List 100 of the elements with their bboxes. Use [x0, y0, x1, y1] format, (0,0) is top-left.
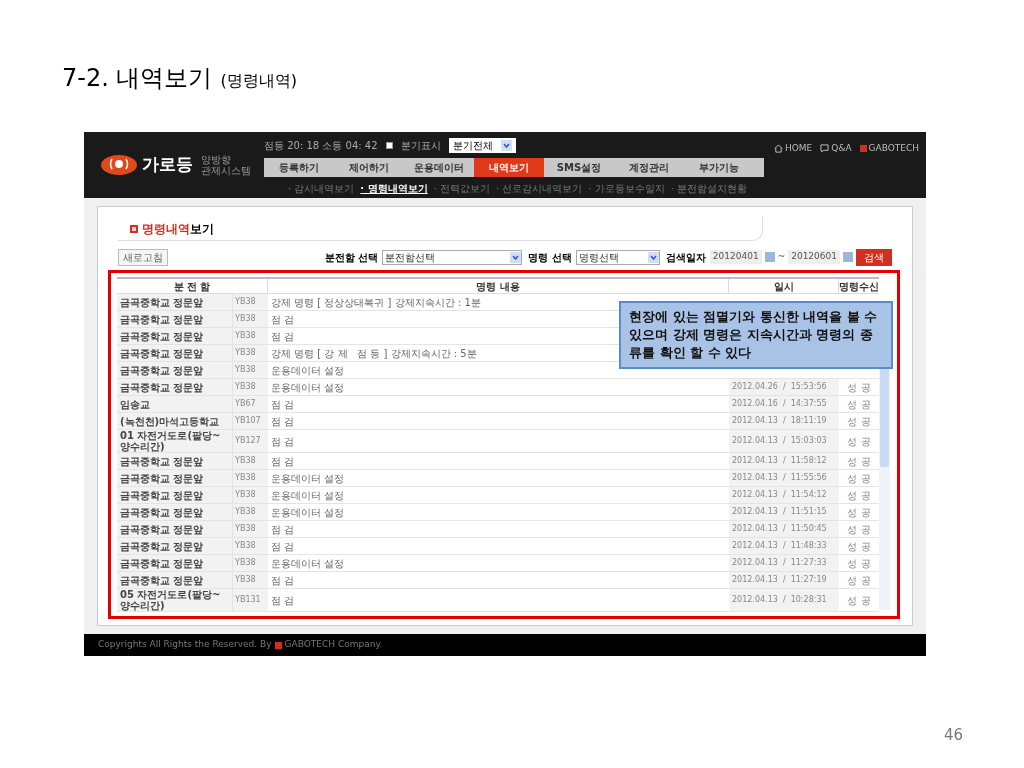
copyright-text: Company.: [338, 638, 383, 652]
table-cell: 2012.04.13 / 11:51:15: [729, 504, 839, 520]
table-cell: 금곡중학교 정문앞: [120, 472, 204, 484]
table-cell: YB38: [235, 489, 256, 501]
table-cell-text: 성 공: [847, 488, 871, 503]
table-cell-text: 점 검: [271, 414, 295, 429]
table-cell: 2012.04.13 / 18:11:19: [729, 413, 839, 429]
table-cell: 금곡중학교 정문앞: [120, 557, 204, 569]
brand-square-icon: [859, 145, 867, 152]
table-cell: YB38: [235, 574, 256, 586]
table-cell: 임송교: [120, 398, 150, 410]
submenu-link[interactable]: · 가로등보수일지: [588, 181, 665, 196]
dropdown-arrow-icon: [647, 251, 659, 263]
table-cell: 금곡중학교 정문앞: [120, 523, 204, 535]
top-link[interactable]: Q&A: [820, 141, 852, 156]
dropdown-arrow-icon: [510, 251, 522, 263]
menu-tab[interactable]: SMS설정: [544, 158, 614, 177]
submenu-link[interactable]: · 명령내역보기: [360, 181, 428, 196]
submenu-link[interactable]: · 전력값보기: [433, 181, 490, 196]
callout-tooltip: 현장에 있는 점멸기와 통신한 내역을 볼 수 있으며 강제 명령은 지속시간과 명령의 종류를 확인 할 수 있다: [619, 301, 893, 369]
page-number: 46: [944, 725, 964, 746]
menu-tab[interactable]: 계정관리: [614, 158, 684, 177]
table-cell-text: 운용데이터 설정: [271, 556, 345, 571]
table-cell: 금곡중학교 정문앞: [120, 330, 204, 342]
calendar-icon[interactable]: [764, 252, 775, 262]
date-from-field[interactable]: 20120401: [709, 250, 762, 264]
branch-checkbox[interactable]: [385, 142, 393, 149]
menu-tab[interactable]: 운용데이터: [404, 158, 474, 177]
search-button[interactable]: 검색: [856, 248, 892, 266]
logo-subtext: 양방향: [201, 154, 232, 165]
table-cell-text: 성 공: [847, 471, 871, 486]
table-cell-text: 운용데이터 설정: [271, 488, 345, 503]
top-link[interactable]: GABOTECH: [859, 141, 920, 156]
table-cell: YB38: [235, 506, 256, 518]
table-cell: 2012.04.13 / 11:27:19: [729, 572, 839, 588]
table-cell-text: 점 검: [271, 573, 295, 588]
table-cell-text: 성 공: [847, 434, 871, 449]
branch-select[interactable]: 분기전체: [448, 138, 516, 153]
table-cell: YB38: [235, 296, 256, 308]
date-label: 검색일자: [665, 250, 706, 265]
speech-bubble-icon: [820, 144, 830, 153]
date-separator: ~: [777, 250, 786, 264]
table-cell: 금곡중학교 정문앞: [120, 347, 204, 359]
menu-tab[interactable]: 등록하기: [264, 158, 334, 177]
table-cell: 2012.04.13 / 11:48:33: [729, 538, 839, 554]
table-cell: 금곡중학교 정문앞: [120, 381, 204, 393]
table-cell: 2012.04.13 / 11:54:12: [729, 487, 839, 503]
submenu-link[interactable]: · 분전함설치현황: [670, 181, 748, 196]
table-cell-text: 성 공: [847, 593, 871, 608]
table-cell-text: 성 공: [847, 522, 871, 537]
submenu-link[interactable]: · 감시내역보기: [288, 181, 355, 196]
table-cell: YB131: [235, 594, 261, 606]
slide-title: 7-2. 내역보기: [62, 63, 213, 94]
table-cell: YB107: [235, 415, 261, 427]
column-header: 명령수신: [839, 280, 879, 293]
column-header: 일시: [729, 279, 839, 293]
menu-tab[interactable]: 내역보기: [474, 158, 544, 177]
table-cell-text: 강제 명령 [ 정상상태복귀 ] 강제지속시간 : 1분: [271, 295, 481, 310]
table-cell: 2012.04.13 / 11:50:45: [729, 521, 839, 537]
table-cell: YB38: [235, 364, 256, 376]
filter-select[interactable]: 명령선택: [575, 249, 660, 265]
table-cell-text: 운용데이터 설정: [271, 471, 345, 486]
table-cell: 금곡중학교 정문앞: [120, 313, 204, 325]
table-cell-text: 01 자전거도로(팔당~양수리간): [120, 430, 222, 452]
top-link[interactable]: HOME: [774, 141, 813, 156]
table-cell: YB38: [235, 557, 256, 569]
home-icon: [774, 144, 783, 153]
filter-select[interactable]: 분전함선택: [382, 249, 523, 265]
table-cell: YB38: [235, 472, 256, 484]
table-cell-text: 점 검: [271, 329, 295, 344]
table-cell-text: 성 공: [847, 380, 871, 395]
filter-label: 명령 선택: [528, 250, 572, 265]
table-cell: 2012.04.13 / 15:03:03: [729, 430, 839, 452]
refresh-button[interactable]: 새로고침: [118, 248, 168, 266]
table-cell: 금곡중학교 정문앞: [120, 296, 204, 308]
table-cell: YB38: [235, 330, 256, 342]
table-cell-text: 점 검: [271, 539, 295, 554]
table-cell-text: 점 검: [271, 454, 295, 469]
menu-tab[interactable]: 부가기능: [684, 158, 754, 177]
table-cell-text: 성 공: [847, 539, 871, 554]
table-cell-text: 운용데이터 설정: [271, 363, 345, 378]
table-cell: YB38: [235, 381, 256, 393]
table-cell-text: 운용데이터 설정: [271, 505, 345, 520]
logo-text: 가로등: [142, 153, 193, 177]
table-cell-text: 점 검: [271, 312, 295, 327]
table-cell-text: 성 공: [847, 505, 871, 520]
branch-checkbox-label: 분기표시: [400, 139, 441, 153]
table-cell: 금곡중학교 정문앞: [120, 364, 204, 376]
table-cell-text: 점 검: [271, 522, 295, 537]
table-cell: 금곡중학교 정문앞: [120, 489, 204, 501]
table-cell-text: 05 자전거도로(팔당~양수리간): [120, 589, 222, 611]
menu-tab[interactable]: 제어하기: [334, 158, 404, 177]
table-cell: 2012.04.13 / 11:58:12: [729, 453, 839, 469]
table-cell: 금곡중학교 정문앞: [120, 506, 204, 518]
copyright-text: Copyrights All Rights the Reserved. By: [98, 638, 272, 652]
date-to-field[interactable]: 20120601: [788, 250, 840, 264]
submenu-link[interactable]: · 선로감시내역보기: [496, 181, 583, 196]
filter-label: 분전함 선택: [324, 250, 379, 265]
panel-title: 명령내역보기: [142, 220, 214, 238]
brand-square-icon: [274, 641, 282, 649]
